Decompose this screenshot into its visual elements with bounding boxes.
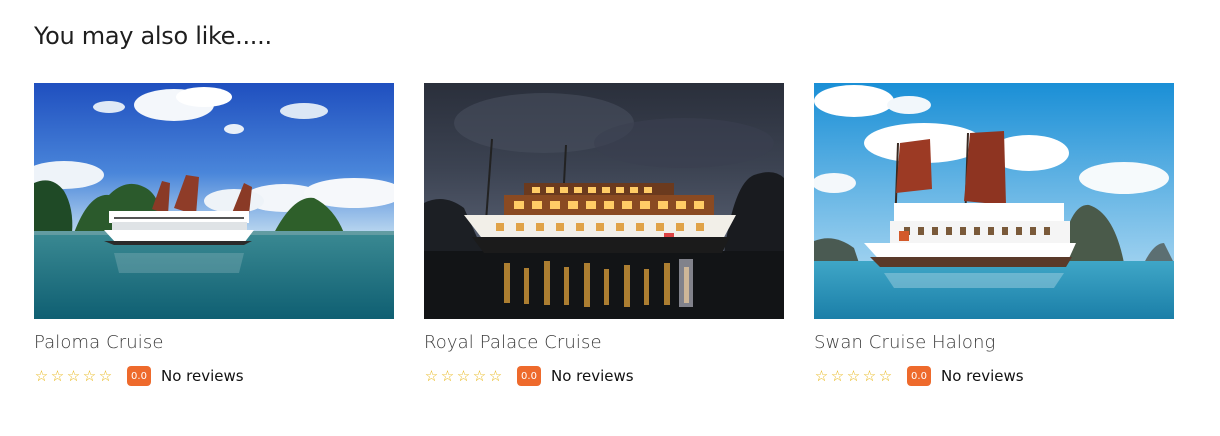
star-empty-icon: ☆ (862, 367, 877, 385)
cruise-card[interactable]: Paloma Cruise ☆ ☆ ☆ ☆ ☆ 0.0 No reviews (34, 83, 394, 387)
cruise-title-link[interactable]: Paloma Cruise (34, 332, 394, 354)
cruise-photo-link[interactable] (424, 83, 784, 319)
score-badge: 0.0 (127, 366, 151, 386)
star-empty-icon: ☆ (424, 367, 439, 385)
cruise-photo (424, 83, 784, 319)
cruise-title-link[interactable]: Royal Palace Cruise (424, 332, 784, 354)
star-empty-icon: ☆ (66, 367, 81, 385)
reviews-count: No reviews (161, 367, 244, 385)
cruise-photo (34, 83, 394, 319)
star-empty-icon: ☆ (830, 367, 845, 385)
rating-stars: ☆ ☆ ☆ ☆ ☆ (34, 369, 113, 384)
cruise-photo-link[interactable] (814, 83, 1174, 319)
related-cruises-section: You may also like..... Paloma Cruise ☆ ☆… (0, 0, 1220, 436)
rating-row: ☆ ☆ ☆ ☆ ☆ 0.0 No reviews (34, 365, 394, 387)
cruise-card[interactable]: Swan Cruise Halong ☆ ☆ ☆ ☆ ☆ 0.0 No revi… (814, 83, 1174, 387)
reviews-count: No reviews (551, 367, 634, 385)
rating-row: ☆ ☆ ☆ ☆ ☆ 0.0 No reviews (814, 365, 1174, 387)
reviews-count: No reviews (941, 367, 1024, 385)
cruise-photo (814, 83, 1174, 319)
cruise-card[interactable]: Royal Palace Cruise ☆ ☆ ☆ ☆ ☆ 0.0 No rev… (424, 83, 784, 387)
cruise-title-link[interactable]: Swan Cruise Halong (814, 332, 1174, 354)
rating-stars: ☆ ☆ ☆ ☆ ☆ (814, 369, 893, 384)
star-empty-icon: ☆ (814, 367, 829, 385)
rating-row: ☆ ☆ ☆ ☆ ☆ 0.0 No reviews (424, 365, 784, 387)
star-empty-icon: ☆ (488, 367, 503, 385)
star-empty-icon: ☆ (82, 367, 97, 385)
star-empty-icon: ☆ (98, 367, 113, 385)
section-heading: You may also like..... (34, 22, 272, 50)
rating-stars: ☆ ☆ ☆ ☆ ☆ (424, 369, 503, 384)
cruise-card-list: Paloma Cruise ☆ ☆ ☆ ☆ ☆ 0.0 No reviews R… (34, 83, 1174, 387)
star-empty-icon: ☆ (846, 367, 861, 385)
star-empty-icon: ☆ (472, 367, 487, 385)
star-empty-icon: ☆ (50, 367, 65, 385)
score-badge: 0.0 (517, 366, 541, 386)
star-empty-icon: ☆ (456, 367, 471, 385)
cruise-photo-link[interactable] (34, 83, 394, 319)
score-badge: 0.0 (907, 366, 931, 386)
star-empty-icon: ☆ (878, 367, 893, 385)
star-empty-icon: ☆ (34, 367, 49, 385)
star-empty-icon: ☆ (440, 367, 455, 385)
